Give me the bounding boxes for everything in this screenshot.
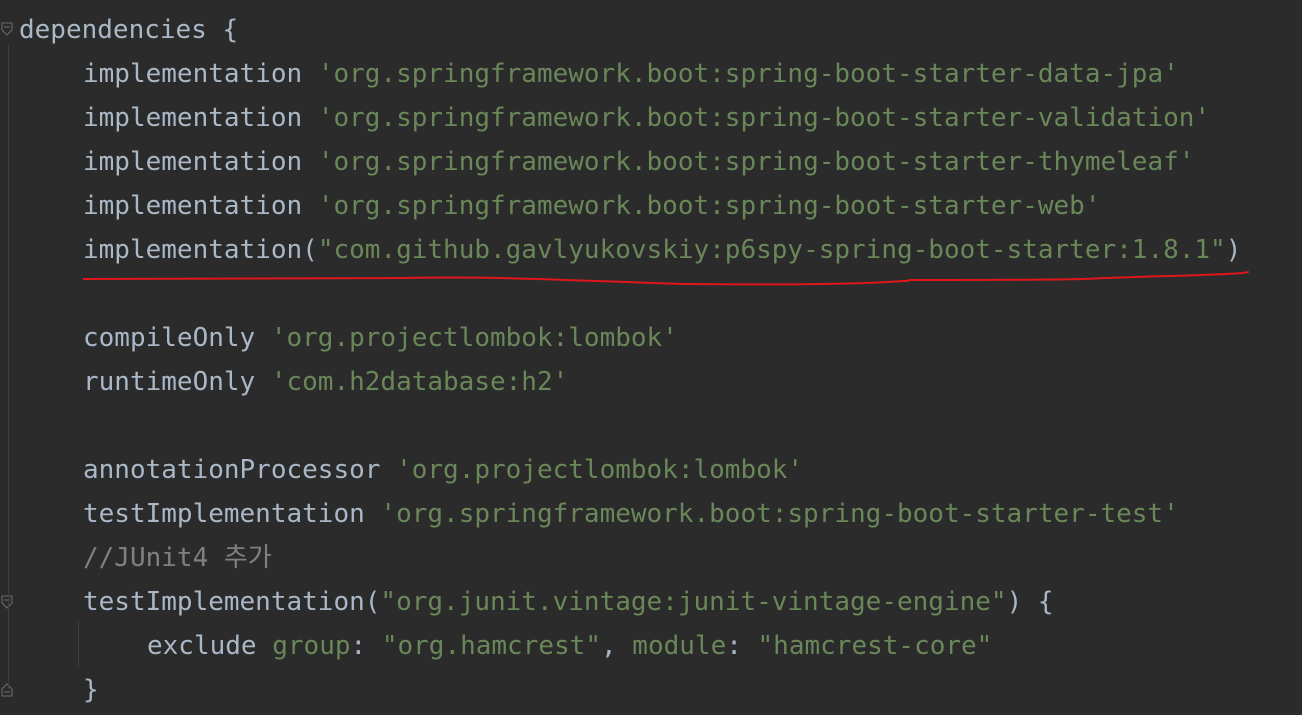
string-literal: "com.github.gavlyukovskiy:p6spy-spring-b… [317,235,1226,265]
comma: , [600,631,633,661]
code-line: implementation 'org.springframework.boot… [83,184,1100,228]
function-name: implementation [83,235,303,265]
function-name: exclude [147,631,257,661]
string-literal: 'org.springframework.boot:spring-boot-st… [317,191,1101,221]
string-literal: 'org.springframework.boot:spring-boot-st… [317,59,1179,89]
function-name: implementation [83,147,303,177]
function-name: implementation [83,103,303,133]
string-literal: 'com.h2database:h2' [270,367,569,397]
code-line: testImplementation 'org.springframework.… [83,492,1179,536]
open-brace: { [206,15,239,45]
indent-guide [8,44,9,689]
function-name: testImplementation [83,587,365,617]
fold-open-icon[interactable] [1,22,13,36]
code-line: testImplementation("org.junit.vintage:ju… [83,580,1054,624]
close-paren-brace: ) { [1006,587,1054,617]
red-underline-annotation [83,271,1249,286]
fold-close-icon[interactable] [1,683,13,697]
string-literal: 'org.projectlombok:lombok' [270,323,678,353]
dependencies-keyword: dependencies [19,15,207,45]
open-paren: ( [302,235,318,265]
string-literal: "hamcrest-core" [757,631,993,661]
close-brace: } [83,675,99,705]
code-line: implementation 'org.springframework.boot… [83,96,1210,140]
function-name: annotationProcessor [83,455,381,485]
string-literal: 'org.springframework.boot:spring-boot-st… [317,103,1211,133]
close-paren: ) [1225,235,1242,265]
colon: : [726,631,758,661]
fold-open-icon[interactable] [1,595,13,609]
string-literal: 'org.springframework.boot:spring-boot-st… [317,147,1195,177]
code-line-p6spy: implementation("com.github.gavlyukovskiy… [83,228,1241,272]
function-name: runtimeOnly [83,367,256,397]
colon: : [350,631,382,661]
function-name: implementation [83,191,303,221]
string-literal: 'org.projectlombok:lombok' [396,455,804,485]
named-arg-key: group [272,631,351,661]
function-name: implementation [83,59,303,89]
string-literal: 'org.springframework.boot:spring-boot-st… [380,499,1179,529]
open-paren: ( [364,587,381,617]
named-arg-key: module [632,631,727,661]
code-line: runtimeOnly 'com.h2database:h2' [83,360,568,404]
string-literal: "org.hamcrest" [381,631,601,661]
function-name: testImplementation [83,499,365,529]
code-line: exclude group: "org.hamcrest", module: "… [147,624,992,668]
code-comment: //JUnit4 추가 [83,543,272,573]
code-line: compileOnly 'org.projectlombok:lombok' [83,316,678,360]
code-line: dependencies { [19,8,238,52]
code-editor[interactable]: dependencies { implementation 'org.sprin… [0,0,1302,715]
code-line: implementation 'org.springframework.boot… [83,140,1194,184]
code-line: implementation 'org.springframework.boot… [83,52,1179,96]
code-line: annotationProcessor 'org.projectlombok:l… [83,448,803,492]
function-name: compileOnly [83,323,256,353]
indent-guide [78,622,79,666]
string-literal: "org.junit.vintage:junit-vintage-engine" [380,587,1007,617]
